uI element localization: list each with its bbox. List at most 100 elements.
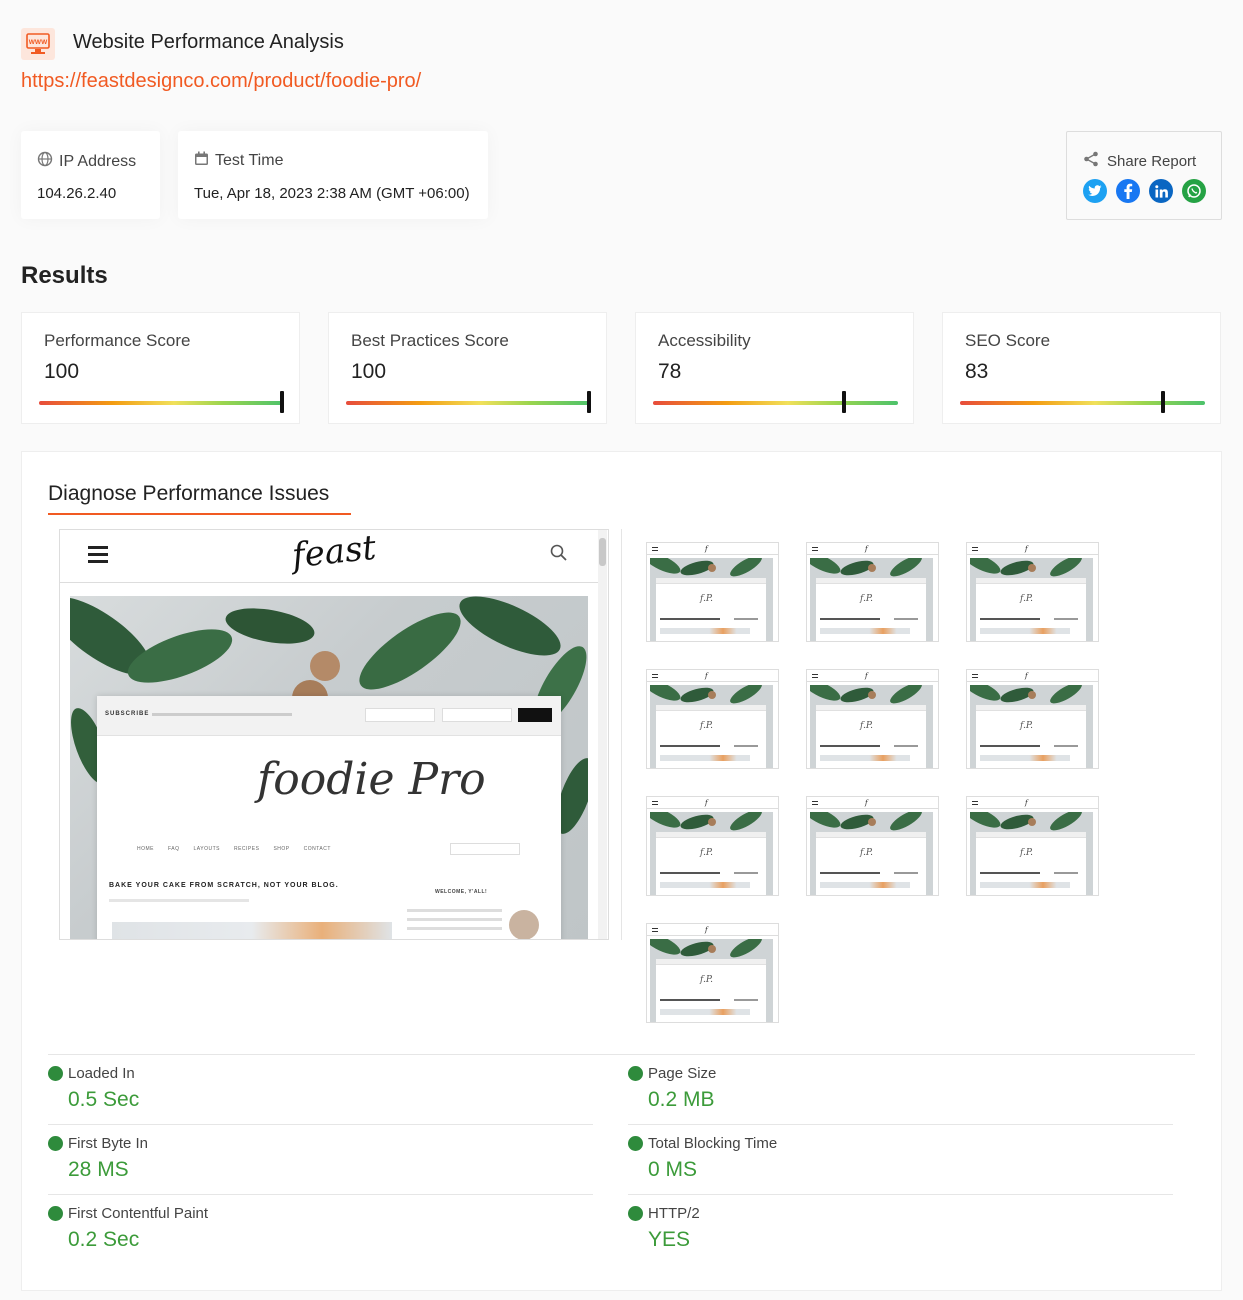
diagnose-title: Diagnose Performance Issues: [48, 482, 330, 505]
preview-subscribe-bar: SUBSCRIBE: [97, 696, 561, 736]
ip-address-label-row: IP Address: [37, 151, 136, 172]
twitter-icon[interactable]: [1083, 179, 1107, 203]
metric-value: YES: [648, 1228, 691, 1251]
hamburger-menu-icon: [88, 546, 108, 563]
whatsapp-icon[interactable]: [1182, 179, 1206, 203]
metric-value: 0.2 Sec: [68, 1228, 140, 1251]
globe-icon: [37, 151, 53, 172]
score-value: 78: [658, 360, 682, 383]
preview-hero-image: SUBSCRIBE foodie Pro HOME FAQ LAYOUTS RE…: [70, 596, 588, 939]
results-heading: Results: [21, 262, 108, 289]
filmstrip-thumbnail[interactable]: f f.P.: [646, 669, 779, 769]
metric-separator: [628, 1124, 1173, 1125]
filmstrip-thumbnail[interactable]: f f.P.: [806, 542, 939, 642]
page-screenshot-preview[interactable]: feast SUBSCRIBE foodie Pro HOME FAQ LAYO…: [59, 529, 609, 940]
calendar-icon: [194, 151, 209, 171]
metric-value: 0.2 MB: [648, 1088, 715, 1111]
preview-welcome: WELCOME, Y'ALL!: [435, 889, 488, 895]
score-label: Performance Score: [44, 331, 191, 350]
metric-value: 28 MS: [68, 1158, 129, 1181]
svg-text:WWW: WWW: [29, 39, 48, 46]
linkedin-icon[interactable]: [1149, 179, 1173, 203]
score-value: 83: [965, 360, 989, 383]
preview-headline: BAKE YOUR CAKE FROM SCRATCH, NOT YOUR BL…: [109, 882, 339, 889]
status-dot-icon: [48, 1136, 63, 1151]
ip-address-card: IP Address 104.26.2.40: [21, 131, 160, 219]
seo-score-card: SEO Score 83: [942, 312, 1221, 424]
score-value: 100: [44, 360, 80, 383]
filmstrip-thumbnail[interactable]: f f.P.: [966, 542, 1099, 642]
preview-nav-item: CONTACT: [303, 846, 331, 852]
filmstrip-thumbnail[interactable]: f f.P.: [966, 796, 1099, 896]
filmstrip-thumbnail[interactable]: f f.P.: [966, 669, 1099, 769]
score-marker: [1161, 391, 1166, 413]
preview-script-logo: foodie Pro: [257, 754, 486, 805]
filmstrip-thumbnail[interactable]: f f.P.: [646, 923, 779, 1023]
search-icon: [550, 544, 568, 567]
metric-separator: [48, 1054, 1195, 1055]
share-icon: [1083, 151, 1099, 171]
metric-label: Loaded In: [68, 1065, 135, 1082]
preview-nav-item: LAYOUTS: [193, 846, 220, 852]
preview-nav-item: HOME: [137, 846, 154, 852]
metric-label: Page Size: [648, 1065, 717, 1082]
filmstrip-thumbnail[interactable]: f f.P.: [646, 542, 779, 642]
share-buttons: [1083, 179, 1206, 203]
score-marker: [842, 391, 847, 413]
filmstrip-thumbnail[interactable]: f f.P.: [646, 796, 779, 896]
performance-score-card: Performance Score 100: [21, 312, 300, 424]
score-label: Accessibility: [658, 331, 751, 350]
score-marker: [280, 391, 284, 413]
status-dot-icon: [628, 1206, 643, 1221]
score-gauge: [346, 391, 591, 413]
ip-address-value: 104.26.2.40: [37, 185, 117, 202]
metric-label: HTTP/2: [648, 1205, 700, 1222]
preview-nav-item: FAQ: [168, 846, 180, 852]
preview-inner-site: SUBSCRIBE foodie Pro HOME FAQ LAYOUTS RE…: [97, 696, 561, 939]
analyzed-url-link[interactable]: https://feastdesignco.com/product/foodie…: [21, 70, 421, 93]
score-value: 100: [351, 360, 387, 383]
www-monitor-icon: WWW: [21, 28, 55, 60]
preview-scrollbar[interactable]: [598, 530, 607, 939]
preview-subscribe-label: SUBSCRIBE: [105, 711, 150, 717]
preview-nav-item: SHOP: [273, 846, 290, 852]
score-label: SEO Score: [965, 331, 1051, 350]
metric-separator: [48, 1124, 593, 1125]
score-label: Best Practices Score: [351, 331, 509, 350]
score-marker: [587, 391, 591, 413]
preview-nav: HOME FAQ LAYOUTS RECIPES SHOP CONTACT: [137, 846, 331, 852]
page-title: Website Performance Analysis: [73, 31, 344, 53]
filmstrip-thumbnail[interactable]: f f.P.: [806, 796, 939, 896]
share-report-label: Share Report: [1107, 152, 1197, 170]
score-gauge: [39, 391, 284, 413]
share-report-card: Share Report: [1066, 131, 1222, 220]
status-dot-icon: [48, 1206, 63, 1221]
test-time-label-row: Test Time: [194, 151, 283, 171]
score-gauge: [960, 391, 1205, 413]
metric-label: Total Blocking Time: [648, 1135, 778, 1152]
score-gauge: [653, 391, 898, 413]
filmstrip-thumbnail[interactable]: f f.P.: [806, 669, 939, 769]
status-dot-icon: [628, 1066, 643, 1081]
metric-separator: [628, 1194, 1173, 1195]
metric-value: 0.5 Sec: [68, 1088, 140, 1111]
facebook-icon[interactable]: [1116, 179, 1140, 203]
metric-label: First Contentful Paint: [68, 1205, 209, 1222]
preview-nav-item: RECIPES: [233, 846, 260, 852]
status-dot-icon: [628, 1136, 643, 1151]
status-dot-icon: [48, 1066, 63, 1081]
ip-address-label: IP Address: [59, 152, 137, 170]
share-report-label-row: Share Report: [1083, 151, 1196, 171]
preview-brand-logo: feast: [290, 529, 378, 577]
best-practices-score-card: Best Practices Score 100: [328, 312, 607, 424]
metric-label: First Byte In: [68, 1135, 149, 1152]
test-time-card: Test Time Tue, Apr 18, 2023 2:38 AM (GMT…: [178, 131, 488, 219]
metric-separator: [48, 1194, 593, 1195]
test-time-label: Test Time: [215, 152, 284, 169]
preview-site-header: feast: [60, 530, 600, 583]
metric-value: 0 MS: [648, 1158, 698, 1181]
test-time-value: Tue, Apr 18, 2023 2:38 AM (GMT +06:00): [194, 185, 470, 202]
diagnose-title-underline: [48, 513, 351, 515]
preview-divider: [621, 529, 622, 940]
accessibility-score-card: Accessibility 78: [635, 312, 914, 424]
